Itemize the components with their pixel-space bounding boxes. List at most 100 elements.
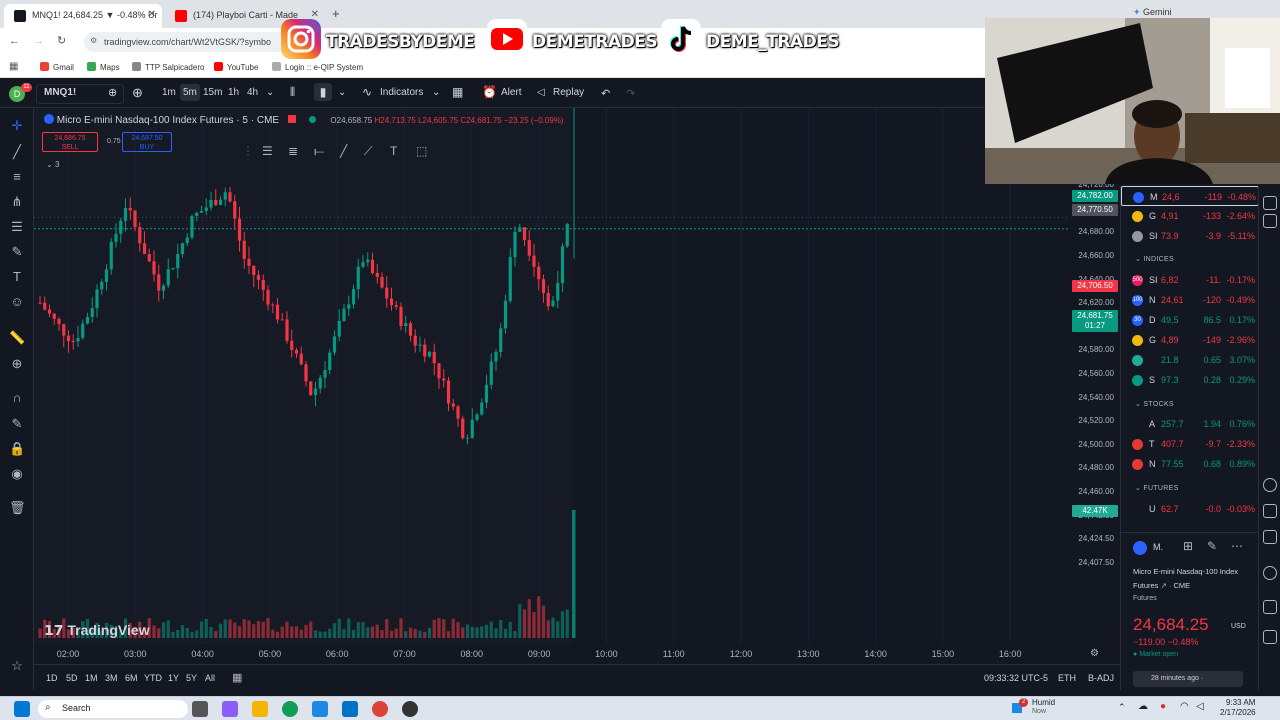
apps-grid-icon[interactable]: ▦	[9, 61, 18, 72]
trash-icon[interactable]: 🗑	[9, 500, 26, 516]
target-icon[interactable]	[1263, 478, 1277, 492]
task-view-icon[interactable]	[192, 701, 208, 717]
favorites-star-icon[interactable]: ☆	[9, 658, 25, 674]
zoom-icon[interactable]: ⊕	[9, 356, 25, 372]
watchlist-row[interactable]: T 407.7 -9.7 -2.33%	[1121, 434, 1259, 454]
rectangle-icon[interactable]: ⬚	[416, 144, 427, 158]
clock-time[interactable]: 9:33 AM	[1226, 698, 1255, 707]
date-range-icon[interactable]: ▦	[232, 671, 242, 684]
range-5d[interactable]: 5D	[66, 673, 78, 683]
session-toggle[interactable]: ETH	[1058, 673, 1076, 683]
redo-icon[interactable]: ↷	[626, 87, 635, 100]
outlook-icon[interactable]	[342, 701, 358, 717]
path-icon[interactable]: ⟋	[364, 144, 372, 159]
grid-icon[interactable]: ⊞	[1183, 539, 1193, 553]
bar-style-icon[interactable]: ⫴	[290, 85, 295, 100]
trend-line-icon[interactable]: ╱	[9, 144, 25, 160]
watchlist-row[interactable]: U 62.7 -0.0 -0.03%	[1121, 499, 1259, 519]
interval-4h[interactable]: 4h	[247, 87, 258, 98]
interval-1h[interactable]: 1h	[228, 87, 239, 98]
time-axis[interactable]: 02:00 03:00 04:00 05:00 06:00 07:00 08:00 09:00…	[34, 644, 1120, 664]
layouts-icon[interactable]: ▦	[452, 85, 463, 99]
add-symbol-icon[interactable]: ⊕	[132, 85, 143, 101]
alert-button[interactable]: Alert	[501, 87, 522, 98]
more-icon[interactable]: ⋯	[1231, 539, 1243, 553]
ray-icon[interactable]: ⟝	[314, 144, 324, 159]
indicators-dropdown-icon[interactable]: ⌄	[432, 87, 440, 98]
watchlist-section-indices[interactable]: ⌄ INDICES	[1135, 255, 1174, 263]
watchlist-section-stocks[interactable]: ⌄ STOCKS	[1135, 400, 1174, 408]
watchlist-row[interactable]: S 97.3 0.28 0.29%	[1121, 370, 1259, 390]
data-window-icon[interactable]	[1263, 504, 1277, 518]
ruler-icon[interactable]: 📏	[9, 330, 25, 346]
reload-icon[interactable]: ↻	[57, 34, 66, 47]
file-explorer-icon[interactable]	[252, 701, 268, 717]
tray-overflow-icon[interactable]: ⌃	[1118, 702, 1126, 713]
watchlist-row[interactable]: 500 SI 6,82 -11. -0.17%	[1121, 270, 1259, 290]
compare-icon[interactable]: ⊕	[108, 86, 117, 99]
indicators-icon[interactable]: ∿	[362, 85, 372, 99]
text-tool-icon[interactable]: T	[390, 144, 397, 158]
watchlist-row[interactable]: A 257.7 1.94 0.76%	[1121, 414, 1259, 434]
wifi-icon[interactable]: ◠	[1180, 701, 1189, 712]
weather-text[interactable]: Humid	[1032, 698, 1055, 707]
bookmark-gmail[interactable]: Gmail	[40, 62, 74, 72]
taskbar-search[interactable]: ⌕ Search	[38, 700, 188, 718]
news-item[interactable]: 28 minutes ago ·	[1133, 671, 1243, 687]
pitchfork-icon[interactable]: ⋔	[9, 194, 25, 210]
settings-lines-icon[interactable]: ≣	[288, 144, 298, 158]
copilot-icon[interactable]	[222, 701, 238, 717]
line-icon[interactable]: ╱	[340, 144, 347, 158]
bookmark-eqip[interactable]: Login :: e-QIP System	[272, 62, 363, 72]
lock-icon[interactable]: 🔒	[9, 441, 25, 457]
alert-icon[interactable]: ⏰	[482, 85, 497, 99]
watchlist-icon[interactable]	[1263, 196, 1277, 210]
watchlist-row[interactable]: G 4,89 -149 -2.96%	[1121, 330, 1259, 350]
watchlist-row[interactable]: G 4,91 -133 -2.64%	[1121, 206, 1259, 226]
watchlist-row[interactable]: 30 D 49,5 86.5 0.17%	[1121, 310, 1259, 330]
clock-readout[interactable]: 09:33:32 UTC-5	[984, 673, 1048, 683]
onedrive-icon[interactable]: ☁	[1138, 701, 1148, 712]
close-tab-icon[interactable]: ✕	[148, 9, 156, 20]
range-1y[interactable]: 1Y	[168, 673, 179, 683]
store-icon[interactable]	[312, 701, 328, 717]
forward-icon[interactable]: →	[33, 35, 44, 47]
fib-icon[interactable]: ☰	[9, 219, 25, 235]
range-5y[interactable]: 5Y	[186, 673, 197, 683]
price-axis[interactable]: 24,760.0024,740.0024,720.0024,700.0024,6…	[1070, 108, 1120, 644]
bookmark-maps[interactable]: Maps	[87, 62, 120, 72]
chrome-icon[interactable]	[372, 701, 388, 717]
obs-icon[interactable]	[402, 701, 418, 717]
back-icon[interactable]: ←	[9, 35, 20, 47]
range-all[interactable]: All	[205, 673, 215, 683]
replay-icon[interactable]: ◁	[537, 87, 545, 98]
brush-icon[interactable]: ✎	[9, 244, 25, 260]
sell-button[interactable]: 24,686.75 SELL	[42, 132, 98, 152]
interval-1m[interactable]: 1m	[162, 87, 176, 98]
interval-5m[interactable]: 5m	[180, 84, 200, 101]
bookmark-youtube[interactable]: YouTube	[214, 62, 258, 72]
magnet-icon[interactable]: ∩	[9, 390, 25, 406]
watchlist-row[interactable]: 21.8 0.65 3.07%	[1121, 350, 1259, 370]
price-chart[interactable]: Micro E-mini Nasdaq-100 Index Futures · …	[34, 108, 1070, 644]
gemini-button[interactable]: ✦ Gemini	[1133, 7, 1172, 18]
chart-type-dropdown-icon[interactable]: ⌄	[338, 87, 346, 98]
details-symbol[interactable]: M.	[1153, 542, 1163, 552]
template-icon[interactable]: ☰	[262, 144, 273, 158]
adjustment-toggle[interactable]: B-ADJ	[1088, 673, 1114, 683]
calendar-icon[interactable]	[1263, 530, 1277, 544]
horizontal-lines-icon[interactable]: ≡	[9, 169, 25, 185]
edge-icon[interactable]	[282, 701, 298, 717]
candles-icon[interactable]: ▮	[314, 83, 332, 101]
new-tab-button[interactable]: +	[332, 6, 340, 21]
url-field[interactable]: ⚙ tradingview.com/chart/Wt2VtGSK/?symbo	[84, 32, 304, 52]
interval-15m[interactable]: 15m	[203, 87, 222, 98]
indicators-button[interactable]: Indicators	[380, 87, 423, 98]
watchlist-row[interactable]: N 77.55 0.68 0.89%	[1121, 454, 1259, 474]
apps-icon[interactable]	[1263, 630, 1277, 644]
indicators-collapse[interactable]: ⌄ 3	[46, 160, 59, 169]
browser-tab-tradingview[interactable]: MNQ1! 24,684.25 ▼ -0.48% Ur ✕	[4, 4, 162, 28]
range-1m[interactable]: 1M	[85, 673, 98, 683]
cursor-icon[interactable]: ✛	[9, 118, 25, 134]
lock-drawing-icon[interactable]: ✎	[9, 416, 25, 432]
